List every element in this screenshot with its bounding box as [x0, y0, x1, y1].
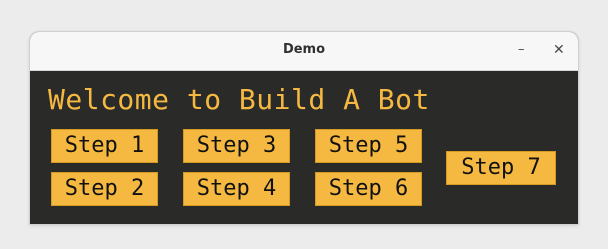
step-2-button[interactable]: Step 2: [51, 172, 158, 206]
step-6-button[interactable]: Step 6: [315, 172, 422, 206]
step-5-button[interactable]: Step 5: [315, 129, 422, 163]
step-4-button[interactable]: Step 4: [183, 172, 290, 206]
app-window: Demo – ✕ Welcome to Build A Bot Step 1 S…: [30, 32, 578, 224]
step-3-button[interactable]: Step 3: [183, 129, 290, 163]
close-icon[interactable]: ✕: [553, 42, 565, 58]
welcome-heading: Welcome to Build A Bot: [48, 83, 430, 116]
title-bar[interactable]: Demo – ✕: [30, 32, 578, 71]
main-content: Welcome to Build A Bot Step 1 Step 2 Ste…: [30, 71, 578, 224]
minimize-icon[interactable]: –: [518, 42, 525, 58]
step-1-button[interactable]: Step 1: [51, 129, 158, 163]
step-7-button[interactable]: Step 7: [446, 151, 556, 185]
window-title: Demo: [282, 42, 326, 57]
